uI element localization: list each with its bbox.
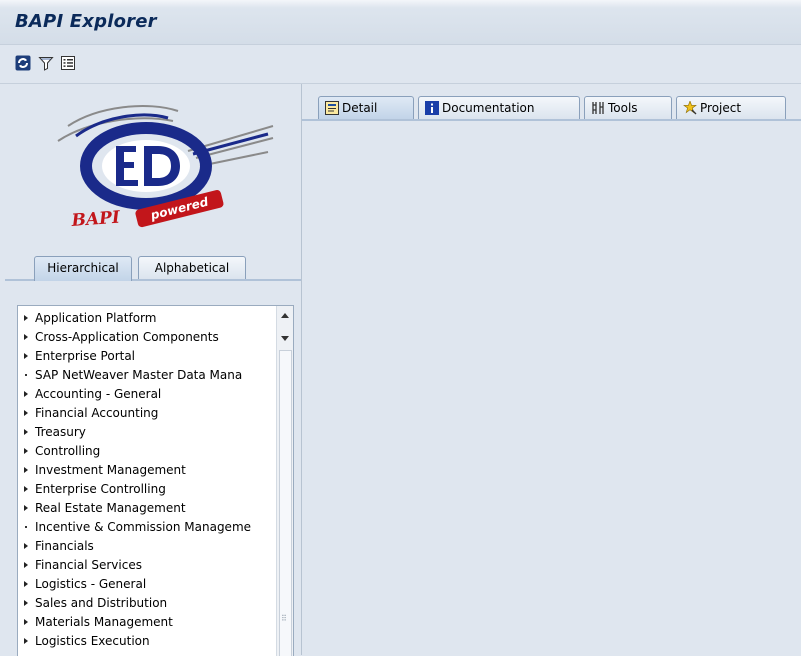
- tree-item[interactable]: Logistics Execution: [18, 632, 276, 651]
- list-button[interactable]: [59, 54, 77, 72]
- tree-item[interactable]: Financial Accounting: [18, 404, 276, 423]
- tree-item-label: Logistics - General: [35, 577, 147, 591]
- expand-arrow-icon[interactable]: [24, 543, 28, 549]
- svg-text:BAPI: BAPI: [70, 208, 122, 231]
- tree-item[interactable]: Logistics - General: [18, 575, 276, 594]
- refresh-button[interactable]: [14, 54, 32, 72]
- leaf-dot-icon: [25, 526, 27, 528]
- bapi-logo: powered BAPI: [28, 96, 278, 231]
- expand-arrow-icon[interactable]: [24, 467, 28, 473]
- tree-item-label: Real Estate Management: [35, 501, 186, 515]
- list-icon: [61, 56, 75, 70]
- tree-item-label: Investment Management: [35, 463, 186, 477]
- tree-item[interactable]: Cross-Application Components: [18, 328, 276, 347]
- window-title: BAPI Explorer: [15, 11, 157, 32]
- tab-label: Alphabetical: [154, 261, 230, 275]
- tree-item-label: Cross-Application Components: [35, 330, 219, 344]
- info-icon: [425, 101, 439, 115]
- tree-item[interactable]: Sales and Distribution: [18, 594, 276, 613]
- tree-item-label: Logistics Execution: [35, 634, 150, 648]
- tree-item[interactable]: Incentive & Commission Manageme: [18, 518, 276, 537]
- tree-item-label: Accounting - General: [35, 387, 162, 401]
- tab-tools[interactable]: Tools: [584, 96, 672, 119]
- expand-arrow-icon[interactable]: [24, 486, 28, 492]
- tree-item-label: Incentive & Commission Manageme: [35, 520, 252, 534]
- tree-item-label: Materials Management: [35, 615, 173, 629]
- vertical-scrollbar[interactable]: ⠿: [276, 306, 293, 656]
- component-tree[interactable]: Application Platform Cross-Application Co…: [17, 305, 294, 656]
- tab-label: Documentation: [442, 101, 535, 115]
- tab-documentation[interactable]: Documentation: [418, 96, 580, 119]
- expand-arrow-icon[interactable]: [24, 353, 28, 359]
- expand-arrow-icon[interactable]: [24, 638, 28, 644]
- tree-item[interactable]: Real Estate Management: [18, 499, 276, 518]
- tree-item[interactable]: SAP NetWeaver Master Data Mana: [18, 366, 276, 385]
- tab-alphabetical[interactable]: Alphabetical: [138, 256, 246, 279]
- tree-item[interactable]: Application Platform: [18, 309, 276, 328]
- tree-item-label: Controlling: [35, 444, 101, 458]
- tree-item[interactable]: Enterprise Controlling: [18, 480, 276, 499]
- tab-label: Detail: [342, 101, 378, 115]
- tree-item[interactable]: Financial Services: [18, 556, 276, 575]
- title-bar: BAPI Explorer: [0, 0, 801, 45]
- filter-icon: [38, 57, 54, 71]
- tree-item-label: SAP NetWeaver Master Data Mana: [35, 368, 243, 382]
- expand-arrow-icon[interactable]: [24, 391, 28, 397]
- toolbar: [0, 45, 801, 84]
- project-icon: [683, 101, 697, 115]
- scroll-up-icon[interactable]: [281, 313, 289, 318]
- refresh-icon: [15, 55, 31, 71]
- expand-arrow-icon[interactable]: [24, 448, 28, 454]
- tree-item[interactable]: Materials Management: [18, 613, 276, 632]
- tree-item[interactable]: Investment Management: [18, 461, 276, 480]
- tab-hierarchical[interactable]: Hierarchical: [34, 256, 132, 281]
- tools-icon: [591, 101, 605, 115]
- tree-item-label: Sales and Distribution: [35, 596, 168, 610]
- left-pane: powered BAPI Hierarchical Alphabetical A…: [0, 84, 302, 656]
- tree-item-label: Application Platform: [35, 311, 157, 325]
- scroll-down-icon[interactable]: [281, 336, 289, 341]
- tree-item-label: Treasury: [35, 425, 86, 439]
- expand-arrow-icon[interactable]: [24, 619, 28, 625]
- tree-item[interactable]: Financials: [18, 537, 276, 556]
- expand-arrow-icon[interactable]: [24, 315, 28, 321]
- tab-label: Hierarchical: [47, 261, 119, 275]
- tab-project[interactable]: Project: [676, 96, 786, 119]
- detail-content-area: [302, 121, 801, 655]
- detail-icon: [325, 101, 339, 115]
- tab-label: Project: [700, 101, 742, 115]
- tree-item-label: Enterprise Portal: [35, 349, 136, 363]
- filter-button[interactable]: [37, 54, 55, 72]
- tree-item[interactable]: Enterprise Portal: [18, 347, 276, 366]
- expand-arrow-icon[interactable]: [24, 600, 28, 606]
- tree-item-label: Financial Services: [35, 558, 142, 572]
- grip-icon: ⠿: [281, 614, 287, 623]
- leaf-dot-icon: [25, 374, 27, 376]
- expand-arrow-icon[interactable]: [24, 505, 28, 511]
- expand-arrow-icon[interactable]: [24, 410, 28, 416]
- tree-item[interactable]: Controlling: [18, 442, 276, 461]
- expand-arrow-icon[interactable]: [24, 581, 28, 587]
- tab-detail[interactable]: Detail: [318, 96, 414, 119]
- tree-item-label: Financials: [35, 539, 94, 553]
- tab-label: Tools: [608, 101, 638, 115]
- tree-item-label: Financial Accounting: [35, 406, 159, 420]
- tree-item[interactable]: Accounting - General: [18, 385, 276, 404]
- tree-list: Application Platform Cross-Application Co…: [18, 309, 276, 651]
- tree-item[interactable]: Treasury: [18, 423, 276, 442]
- expand-arrow-icon[interactable]: [24, 429, 28, 435]
- scroll-thumb[interactable]: [279, 350, 292, 656]
- expand-arrow-icon[interactable]: [24, 562, 28, 568]
- tree-item-label: Enterprise Controlling: [35, 482, 166, 496]
- expand-arrow-icon[interactable]: [24, 334, 28, 340]
